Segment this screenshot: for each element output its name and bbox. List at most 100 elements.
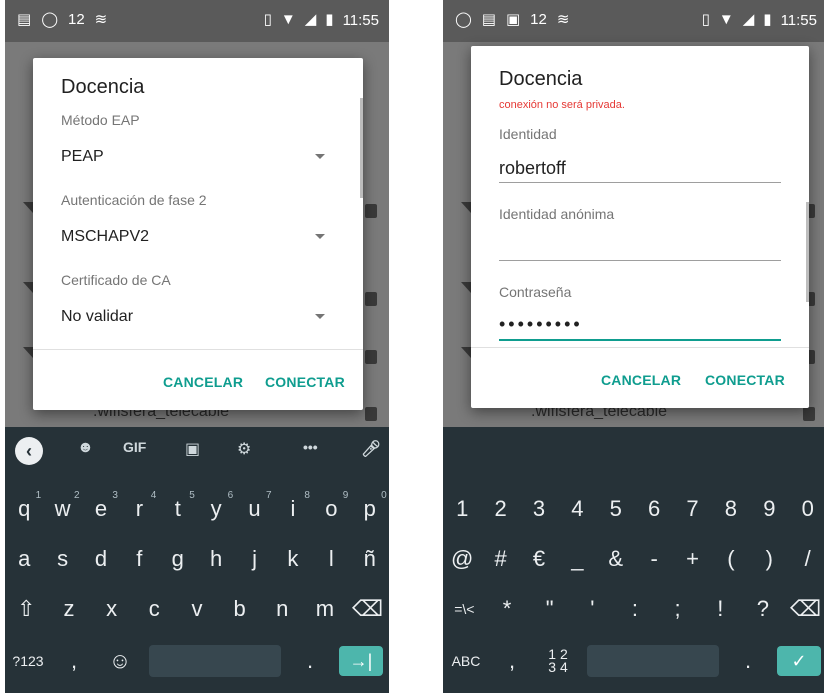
back-icon[interactable]: ‹ [15,437,43,465]
key[interactable]: @ [445,546,479,572]
key[interactable]: z [52,596,86,622]
key-y[interactable]: y6 [199,490,234,522]
key[interactable]: ñ [353,546,387,572]
key[interactable]: l [314,546,348,572]
key[interactable]: j [238,546,272,572]
scrollbar[interactable] [806,202,809,302]
key[interactable]: s [46,546,80,572]
key[interactable]: 6 [637,496,671,522]
key[interactable]: - [637,546,671,572]
chevron-down-icon[interactable] [315,234,325,239]
key[interactable]: x [95,596,129,622]
emoji-key[interactable]: ☺ [103,648,137,674]
key-t[interactable]: t5 [161,490,195,522]
sticker-icon[interactable]: ☻ [77,439,94,457]
key[interactable]: 8 [714,496,748,522]
cancel-button[interactable]: CANCELAR [601,372,681,388]
key-p[interactable]: p0 [353,490,387,522]
enter-key[interactable]: →| [339,646,383,676]
comma-key[interactable]: , [57,648,91,674]
key[interactable]: : [618,596,652,622]
password-input[interactable]: ••••••••• [499,314,583,335]
symbols-key[interactable]: ?123 [11,653,45,669]
phase2-select[interactable]: MSCHAPV2 [61,228,149,246]
key[interactable]: ' [575,596,609,622]
cancel-button[interactable]: CANCELAR [163,374,243,390]
key[interactable]: 4 [560,496,594,522]
key-hint: 9 [342,490,349,501]
phone-screen-left: ▤ ◯ 12 ≋ ▯ ▼ ◢ ▮ 11:55 .wifisfera_teleca… [5,0,389,693]
key[interactable]: 2 [484,496,518,522]
key[interactable]: & [599,546,633,572]
more-icon[interactable]: ••• [303,439,318,455]
key[interactable]: f [122,546,156,572]
key[interactable]: ! [703,596,737,622]
key[interactable]: ⌫ [789,596,823,622]
done-key[interactable]: ✓ [777,646,821,676]
key[interactable]: ; [661,596,695,622]
key[interactable]: € [522,546,556,572]
key[interactable]: 3 [522,496,556,522]
key[interactable]: n [265,596,299,622]
letters-key[interactable]: ABC [449,653,483,669]
gif-button[interactable]: GIF [123,439,146,455]
eap-method-select[interactable]: PEAP [61,148,104,166]
key[interactable]: ( [714,546,748,572]
ca-cert-select[interactable]: No validar [61,308,133,326]
key[interactable]: c [137,596,171,622]
key-o[interactable]: o9 [314,490,348,522]
key[interactable]: / [791,546,824,572]
space-bar[interactable] [587,645,719,677]
comma-key[interactable]: , [495,648,529,674]
period-key[interactable]: . [293,648,327,674]
key[interactable]: d [84,546,118,572]
key-u[interactable]: u7 [238,490,271,522]
key[interactable]: 0 [791,496,824,522]
key[interactable]: + [676,546,710,572]
key[interactable]: " [533,596,567,622]
key[interactable]: h [199,546,233,572]
key[interactable]: 1 [445,496,479,522]
key[interactable]: * [490,596,524,622]
fraction-key[interactable]: 1 2 3 4 [541,647,575,674]
key[interactable]: k [276,546,310,572]
key[interactable]: 5 [599,496,633,522]
key[interactable]: m [308,596,342,622]
lock-icon [365,204,377,218]
scrollbar[interactable] [360,98,363,198]
keyboard: ‹ ☻ GIF ▣ ⚙ ••• 🎤︎ q1w2e3r4t5y6u7i8o9p0 … [5,427,389,693]
key[interactable]: _ [560,546,594,572]
clipboard-icon[interactable]: ▣ [185,439,200,459]
key[interactable]: # [484,546,518,572]
connect-button[interactable]: CONECTAR [705,372,785,388]
phone-screen-right: ◯ ▤ ▣ 12 ≋ ▯ ▼ ◢ ▮ 11:55 .wifisfera_tele… [443,0,824,693]
key-row: 1234567890 [443,485,824,533]
chevron-down-icon[interactable] [315,154,325,159]
identity-input[interactable]: robertoff [499,158,566,179]
connect-button[interactable]: CONECTAR [265,374,345,390]
key[interactable]: b [223,596,257,622]
key[interactable]: =\< [447,601,481,617]
key-label: p [363,496,376,521]
key-q[interactable]: q1 [7,490,41,522]
key[interactable]: ⌫ [351,596,385,622]
key-i[interactable]: i8 [276,490,309,522]
space-bar[interactable] [149,645,281,677]
key-r[interactable]: r4 [122,490,157,522]
key[interactable]: ) [752,546,786,572]
key[interactable]: a [7,546,41,572]
key[interactable]: v [180,596,214,622]
key[interactable]: g [161,546,195,572]
period-key[interactable]: . [731,648,765,674]
key[interactable]: ? [746,596,780,622]
key-w[interactable]: w2 [46,490,80,522]
gear-icon[interactable]: ⚙ [237,439,251,459]
key-row: =\< * " ':;!? ⌫ [443,585,824,633]
key[interactable]: ⇧ [9,596,43,622]
key[interactable]: 9 [752,496,786,522]
key[interactable]: 7 [676,496,710,522]
key-e[interactable]: e3 [84,490,118,522]
microphone-icon[interactable]: 🎤︎ [361,439,381,459]
key-row: q1w2e3r4t5y6u7i8o9p0 [5,485,389,533]
chevron-down-icon[interactable] [315,314,325,319]
